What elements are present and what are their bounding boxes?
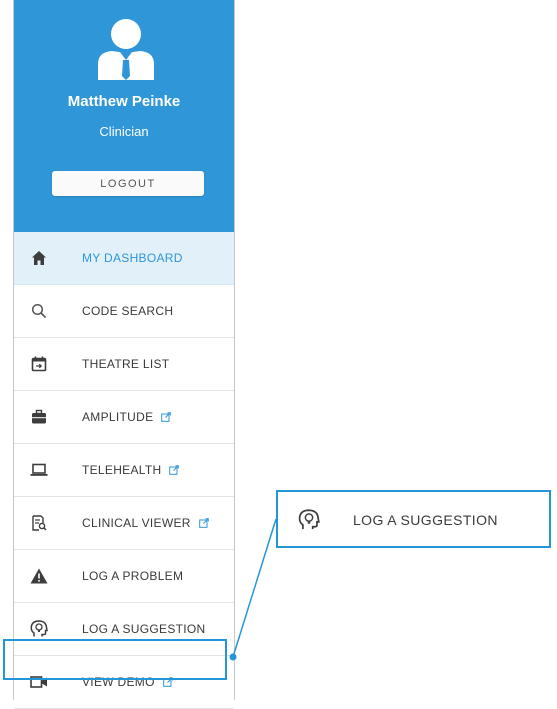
laptop-icon bbox=[29, 460, 49, 480]
nav-label-telehealth: TELEHEALTH bbox=[82, 463, 180, 477]
nav-menu: MY DASHBOARD CODE SEARCH THEATRE LIST AM… bbox=[14, 232, 234, 709]
external-link-icon bbox=[162, 677, 173, 687]
nav-label-clinical-viewer-text: CLINICAL VIEWER bbox=[82, 516, 191, 530]
nav-label-amplitude-text: AMPLITUDE bbox=[82, 410, 154, 424]
sidebar: Matthew Peinke Clinician LOGOUT MY DASHB… bbox=[13, 0, 235, 709]
user-avatar-icon bbox=[98, 19, 154, 80]
lightbulb-head-icon bbox=[298, 509, 320, 530]
nav-item-clinical-viewer[interactable]: CLINICAL VIEWER bbox=[14, 497, 234, 550]
nav-item-my-dashboard[interactable]: MY DASHBOARD bbox=[14, 232, 234, 285]
nav-label-amplitude: AMPLITUDE bbox=[82, 410, 172, 424]
nav-item-code-search[interactable]: CODE SEARCH bbox=[14, 285, 234, 338]
document-search-icon bbox=[29, 513, 49, 533]
user-name: Matthew Peinke bbox=[67, 93, 181, 110]
nav-item-log-a-problem[interactable]: LOG A PROBLEM bbox=[14, 550, 234, 603]
home-icon bbox=[29, 248, 49, 268]
warning-icon bbox=[29, 566, 49, 586]
external-link-icon bbox=[169, 465, 180, 475]
profile-panel: Matthew Peinke Clinician LOGOUT bbox=[14, 0, 234, 232]
nav-item-theatre-list[interactable]: THEATRE LIST bbox=[14, 338, 234, 391]
nav-label-clinical-viewer: CLINICAL VIEWER bbox=[82, 516, 209, 530]
search-icon bbox=[29, 301, 49, 321]
user-role: Clinician bbox=[99, 124, 149, 139]
nav-item-log-a-suggestion[interactable]: LOG A SUGGESTION bbox=[14, 603, 234, 656]
nav-item-telehealth[interactable]: TELEHEALTH bbox=[14, 444, 234, 497]
calendar-icon bbox=[29, 354, 49, 374]
external-link-icon bbox=[198, 518, 209, 528]
nav-item-amplitude[interactable]: AMPLITUDE bbox=[14, 391, 234, 444]
external-link-icon bbox=[161, 412, 172, 422]
nav-label-my-dashboard: MY DASHBOARD bbox=[82, 251, 183, 265]
callout-label: LOG A SUGGESTION bbox=[353, 512, 498, 528]
nav-label-log-a-suggestion: LOG A SUGGESTION bbox=[82, 622, 206, 636]
lightbulb-head-icon bbox=[29, 619, 49, 639]
logout-button[interactable]: LOGOUT bbox=[52, 171, 204, 196]
nav-label-telehealth-text: TELEHEALTH bbox=[82, 463, 162, 477]
nav-label-log-a-problem: LOG A PROBLEM bbox=[82, 569, 184, 583]
video-camera-icon bbox=[29, 672, 49, 692]
nav-label-theatre-list: THEATRE LIST bbox=[82, 357, 170, 371]
nav-label-view-demo: VIEW DEMO bbox=[82, 675, 173, 689]
nav-label-code-search: CODE SEARCH bbox=[82, 304, 174, 318]
nav-label-view-demo-text: VIEW DEMO bbox=[82, 675, 155, 689]
briefcase-icon bbox=[29, 407, 49, 427]
nav-item-view-demo[interactable]: VIEW DEMO bbox=[14, 656, 234, 709]
callout-log-a-suggestion: LOG A SUGGESTION bbox=[276, 490, 551, 548]
